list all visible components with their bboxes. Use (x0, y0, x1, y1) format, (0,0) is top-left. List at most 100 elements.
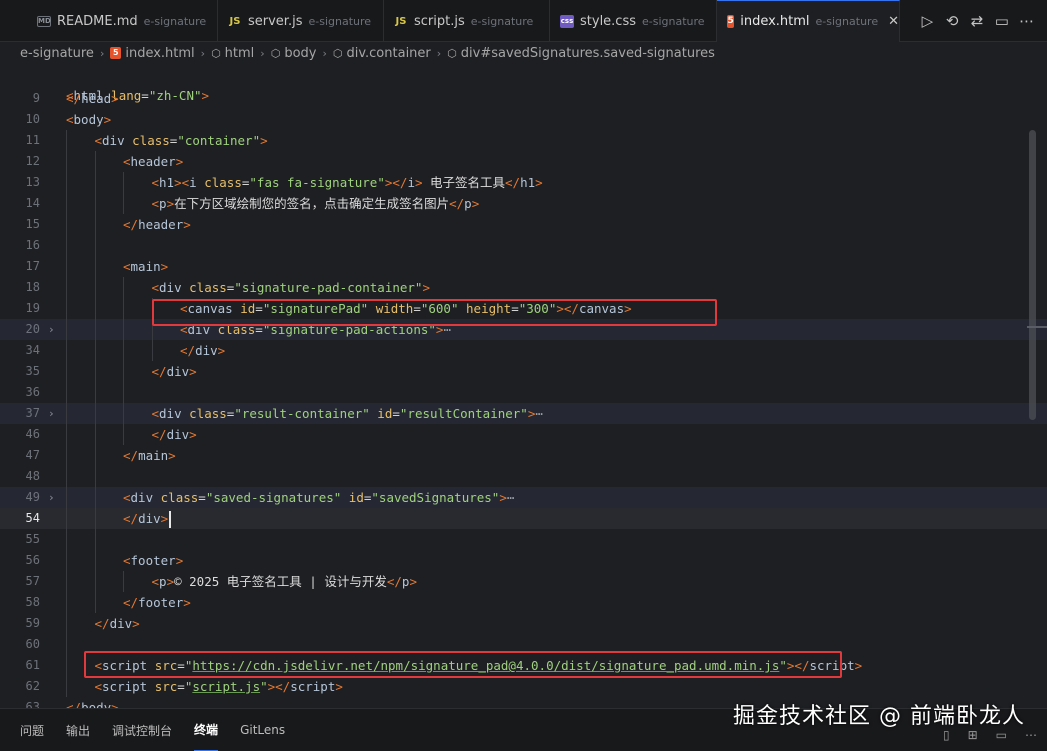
compare-icon[interactable]: ⇄ (967, 12, 987, 30)
code-text: </footer> (123, 595, 191, 610)
breadcrumb-item[interactable]: ⬡ body (271, 46, 317, 61)
breadcrumb: e-signature › 5 index.html › ⬡ html › ⬡ body › ⬡ div… (0, 42, 1047, 64)
indent-guide (94, 319, 96, 340)
code-line[interactable]: 48 (0, 466, 1047, 487)
chevron-right-icon[interactable]: › (48, 487, 55, 508)
panel-tab[interactable]: 调试控制台 (112, 709, 172, 751)
line-number: 56 (25, 553, 40, 567)
panel-layout-icon[interactable]: ▯ (943, 728, 950, 742)
line-number: 49 (25, 490, 40, 504)
close-icon[interactable]: ✕ (888, 14, 899, 29)
breadcrumb-item[interactable]: 5 index.html (110, 45, 195, 61)
indent-guide (66, 676, 67, 697)
code-line[interactable]: 35 </div> (0, 361, 1047, 382)
more-icon[interactable]: ⋯ (1025, 728, 1037, 742)
breadcrumb-label: index.html (125, 45, 195, 61)
indent-guide (123, 172, 124, 193)
code-line[interactable]: 59 </div> (0, 613, 1047, 634)
line-number: 13 (25, 175, 40, 189)
panel-tab[interactable]: GitLens (240, 709, 285, 751)
editor-tab[interactable]: JS script.js e-signature (384, 0, 550, 42)
indent-guide (66, 550, 67, 571)
code-line[interactable]: 61 <script src="https://cdn.jsdelivr.net/… (0, 655, 1047, 676)
chevron-right-icon[interactable]: › (48, 319, 55, 340)
code-line[interactable]: 36 (0, 382, 1047, 403)
panel-tab[interactable]: 输出 (66, 709, 90, 751)
code-line[interactable]: 62 <script src="script.js"></script> (0, 676, 1047, 697)
code-line[interactable]: 47 </main> (0, 445, 1047, 466)
code-text: <div class="container"> (94, 133, 268, 148)
chevron-right-icon[interactable]: › (48, 403, 55, 424)
code-line[interactable]: 13 <h1><i class="fas fa-signature"></i> 电… (0, 172, 1047, 193)
breadcrumb-label: div#savedSignatures.saved-signatures (460, 45, 715, 61)
tab-filename: style.css (580, 13, 636, 29)
code-text: <main> (123, 259, 169, 274)
code-text: </div> (94, 616, 140, 631)
sticky-scroll-line[interactable]: <html lang="zh-CN"> (0, 64, 1047, 103)
indent-guide (94, 487, 96, 508)
indent-guide (94, 151, 96, 172)
code-line[interactable]: 37 › <div class="result-container" id="res… (0, 403, 1047, 424)
code-line[interactable]: 34 </div> (0, 340, 1047, 361)
code-line[interactable]: 17 <main> (0, 256, 1047, 277)
code-line[interactable]: 9 </head> (0, 88, 1047, 109)
html-file-icon: 5 (727, 15, 735, 28)
code-line[interactable]: 11 <div class="container"> (0, 130, 1047, 151)
editor-tab[interactable]: JS server.js e-signature (218, 0, 384, 42)
indent-guide (123, 403, 124, 424)
code-text: </div> (151, 364, 197, 379)
code-line[interactable]: 60 (0, 634, 1047, 655)
indent-guide (94, 550, 96, 571)
maximize-icon[interactable]: ▭ (996, 728, 1007, 742)
code-line[interactable]: 19 <canvas id="signaturePad" width="600" … (0, 298, 1047, 319)
more-actions-icon[interactable]: ⋯ (1017, 12, 1037, 30)
code-line[interactable]: 14 <p>在下方区域绘制您的签名，点击确定生成签名图片</p> (0, 193, 1047, 214)
indent-guide (66, 214, 67, 235)
breadcrumb-item[interactable]: ⬡ html (211, 46, 254, 61)
code-line[interactable]: 16 (0, 235, 1047, 256)
editor-tab[interactable]: css style.css e-signature (550, 0, 717, 42)
scrollbar-thumb[interactable] (1029, 130, 1036, 420)
code-line[interactable]: 46 </div> (0, 424, 1047, 445)
element-symbol-icon: ⬡ (447, 46, 457, 60)
code-line[interactable]: 54 </div> (0, 508, 1047, 529)
code-line[interactable]: 58 </footer> (0, 592, 1047, 613)
tab-filename: script.js (414, 13, 465, 29)
indent-guide (66, 508, 67, 529)
grid-icon[interactable]: ⊞ (968, 728, 978, 742)
indent-guide (66, 151, 67, 172)
indent-guide (123, 382, 124, 403)
code-line[interactable]: 12 <header> (0, 151, 1047, 172)
code-line[interactable]: 57 <p>© 2025 电子签名工具 | 设计与开发</p> (0, 571, 1047, 592)
code-line[interactable]: 20 › <div class="signature-pad-actions">⋯ (0, 319, 1047, 340)
editor-tab[interactable]: MD README.md e-signature (27, 0, 218, 42)
line-number: 9 (32, 91, 40, 105)
editor-tab[interactable]: 5 index.html e-signature ✕ (717, 0, 900, 42)
editor-actions: ▷ ⟲ ⇄ ▭ ⋯ (907, 0, 1047, 42)
indent-guide (123, 424, 124, 445)
indent-guide (94, 508, 96, 529)
line-number: 47 (25, 448, 40, 462)
code-line[interactable]: 18 <div class="signature-pad-container"> (0, 277, 1047, 298)
run-icon[interactable]: ▷ (917, 12, 937, 30)
code-editor[interactable]: <html lang="zh-CN"> 9 </head> 10 <body> 11 <d… (0, 64, 1047, 708)
panel-tab[interactable]: 问题 (20, 709, 44, 751)
code-line[interactable]: 10 <body> (0, 109, 1047, 130)
timeline-icon[interactable]: ⟲ (942, 12, 962, 30)
breadcrumb-item[interactable]: ⬡ div.container (333, 46, 431, 61)
line-number: 36 (25, 385, 40, 399)
split-editor-icon[interactable]: ▭ (992, 12, 1012, 30)
panel-tab[interactable]: 终端 (194, 709, 219, 751)
code-line[interactable]: 15 </header> (0, 214, 1047, 235)
code-line[interactable]: 55 (0, 529, 1047, 550)
indent-guide (94, 403, 96, 424)
code-line[interactable]: 49 › <div class="saved-signatures" id="sav… (0, 487, 1047, 508)
breadcrumb-item[interactable]: ⬡ div#savedSignatures.saved-signatures (447, 46, 715, 61)
vertical-scrollbar[interactable] (1029, 64, 1037, 708)
breadcrumb-item[interactable]: e-signature (20, 46, 94, 61)
indent-guide (66, 277, 67, 298)
code-text: </div> (123, 508, 172, 529)
indent-guide (94, 298, 96, 319)
line-number: 35 (25, 364, 40, 378)
code-line[interactable]: 56 <footer> (0, 550, 1047, 571)
